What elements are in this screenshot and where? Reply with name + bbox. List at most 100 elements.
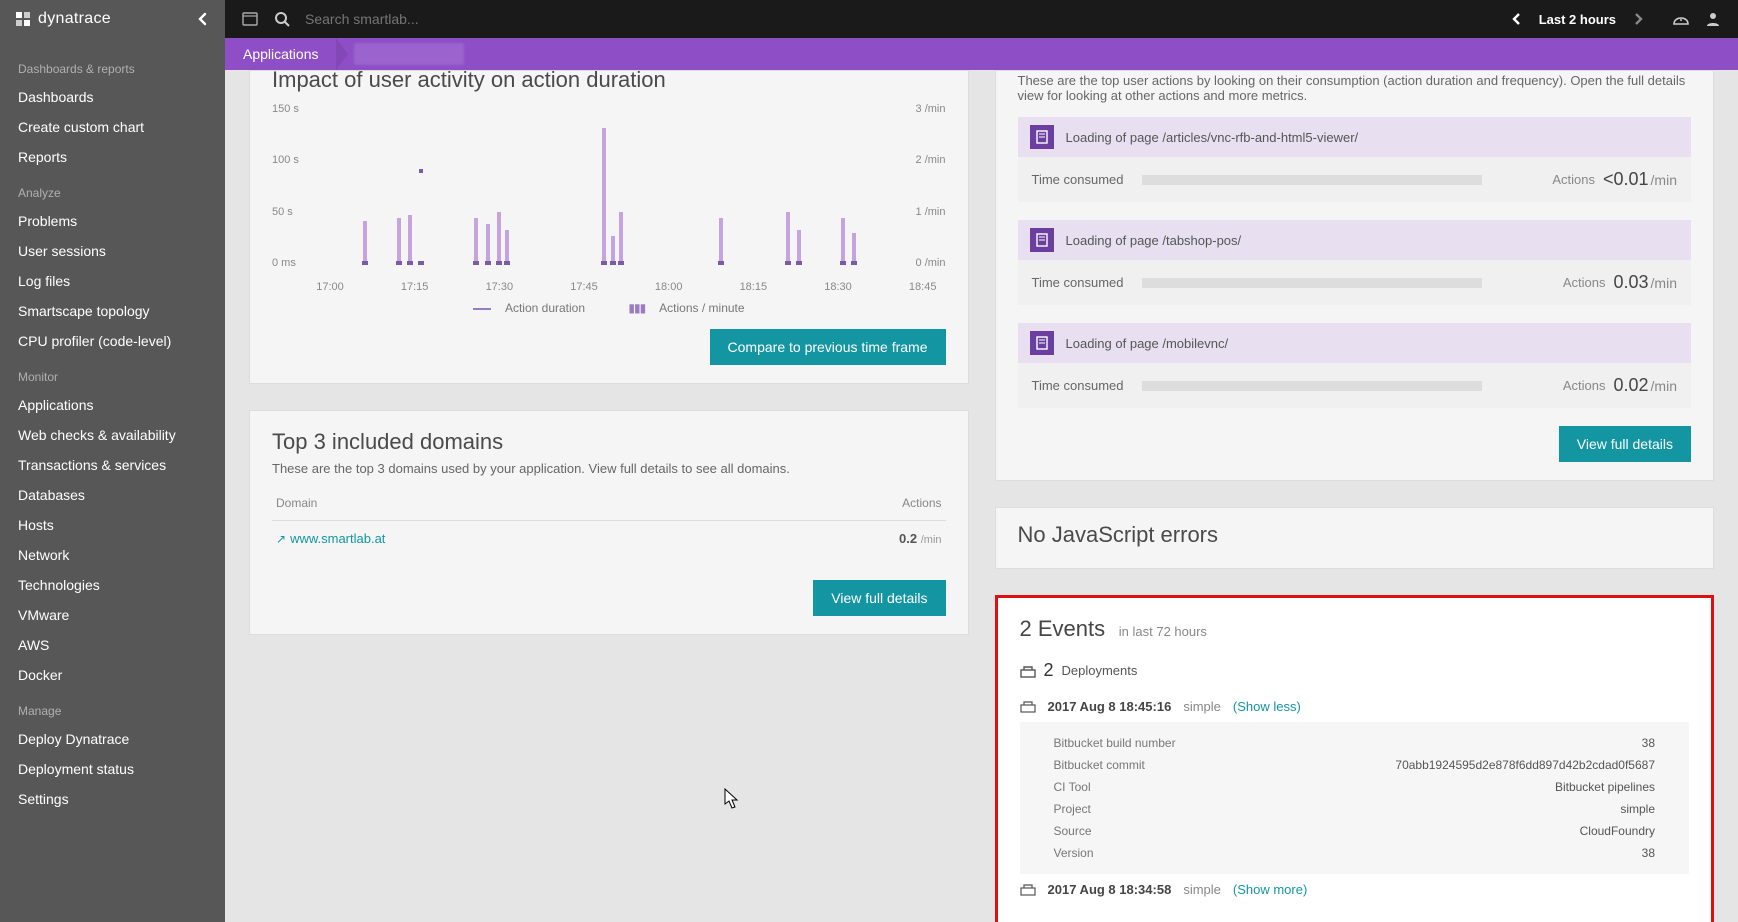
domains-view-details-button[interactable]: View full details [813,580,945,616]
chart-duration-marker [618,261,624,265]
breadcrumb: Applications [225,38,1738,70]
actions-view-details-button[interactable]: View full details [1559,426,1691,462]
actions-unit: /min [1651,172,1677,188]
content: Applications Impact of user activity on … [225,38,1738,922]
nav-item[interactable]: Smartscape topology [0,296,225,326]
deployments-header: 2 Deployments [1020,660,1690,681]
actions-label: Actions [1552,172,1595,187]
timeframe-prev-icon[interactable] [1507,10,1525,28]
y-right-tick: 3 /min [916,103,946,115]
chart-duration-marker [504,261,510,265]
nav-item[interactable]: Create custom chart [0,112,225,142]
nav-item[interactable]: Deployment status [0,754,225,784]
actions-value: 0.03 [1614,272,1649,293]
action-item-title: Loading of page /mobilevnc/ [1066,336,1229,351]
nav-item[interactable]: Docker [0,660,225,690]
chart-bar [505,230,509,263]
chart-bar [786,212,790,263]
actions-unit: /min [1651,378,1677,394]
actions-value: 0.02 [1614,375,1649,396]
action-item[interactable]: Loading of page /articles/vnc-rfb-and-ht… [1018,117,1692,202]
breadcrumb-current[interactable] [354,43,464,65]
action-item[interactable]: Loading of page /tabshop-pos/Time consum… [1018,220,1692,305]
chart-bar [619,212,623,263]
app-switcher-icon[interactable] [241,10,259,28]
user-icon[interactable] [1704,10,1722,28]
nav-item[interactable]: Reports [0,142,225,172]
x-tick: 18:30 [824,281,852,293]
compare-timeframe-button[interactable]: Compare to previous time frame [710,329,946,365]
nav-item[interactable]: Technologies [0,570,225,600]
actions-value: <0.01 [1603,169,1649,190]
nav-item[interactable]: Log files [0,266,225,296]
action-item[interactable]: Loading of page /mobilevnc/Time consumed… [1018,323,1692,408]
nav-header: Dashboards & reports [0,48,225,82]
action-item-title: Loading of page /articles/vnc-rfb-and-ht… [1066,130,1359,145]
event-detail-key: Source [1054,824,1092,838]
logo-row: dynatrace [0,0,225,38]
top-actions-intro: These are the top user actions by lookin… [1018,73,1692,103]
nav-item[interactable]: Transactions & services [0,450,225,480]
y-left-tick: 0 ms [272,257,296,269]
event-toggle-link[interactable]: (Show less) [1233,699,1301,714]
event-detail-key: Bitbucket commit [1054,758,1145,772]
nav-item[interactable]: Dashboards [0,82,225,112]
nav-item[interactable]: Hosts [0,510,225,540]
events-title: 2 Events [1020,616,1106,642]
brand-text: dynatrace [38,10,111,28]
timeframe-next-icon[interactable] [1630,10,1648,28]
help-icon[interactable] [1672,10,1690,28]
deployment-icon [1020,664,1036,678]
impact-title: Impact of user activity on action durati… [272,70,946,93]
domain-actions-value: 0.2 /min [899,531,941,546]
chart-bar [611,236,615,263]
collapse-sidebar-icon[interactable] [195,11,211,27]
domain-row: ↗www.smartlab.at0.2 /min [272,521,946,556]
event-tag: simple [1183,882,1221,897]
chart-bar [363,221,367,263]
event-detail-key: CI Tool [1054,780,1091,794]
breadcrumb-arrow-icon [336,38,348,70]
nav-item[interactable]: User sessions [0,236,225,266]
nav-item[interactable]: Databases [0,480,225,510]
actions-unit: /min [1651,275,1677,291]
nav-item[interactable]: Settings [0,784,225,814]
event-detail-value: 70abb1924595d2e878f6dd897d42b2cdad0f5687 [1395,758,1655,772]
search-input[interactable] [305,11,605,27]
nav-item[interactable]: Network [0,540,225,570]
y-left-tick: 150 s [272,103,299,115]
actions-label: Actions [1563,275,1606,290]
nav-item[interactable]: VMware [0,600,225,630]
chart-bar [841,218,845,263]
domains-card: Top 3 included domains These are the top… [249,410,969,635]
nav-item[interactable]: Deploy Dynatrace [0,724,225,754]
event-detail-key: Bitbucket build number [1054,736,1176,750]
event-toggle-link[interactable]: (Show more) [1233,882,1307,897]
time-consumed-bar [1142,175,1482,185]
x-tick: 17:45 [570,281,598,293]
chart-bar [408,215,412,263]
nav-item[interactable]: Applications [0,390,225,420]
chart-duration-marker [407,261,413,265]
topbar: Last 2 hours [225,0,1738,38]
event-row: 2017 Aug 8 18:34:58simple(Show more) [1020,874,1690,905]
events-word: Events [1038,616,1105,641]
js-errors-title: No JavaScript errors [1018,522,1692,548]
deploy-label: Deployments [1062,663,1138,678]
impact-chart: 0 ms50 s100 s150 s0 /min1 /min2 /min3 /m… [272,103,946,293]
timeframe-label[interactable]: Last 2 hours [1539,12,1616,27]
legend-actions-per-minute: Actions / minute [659,301,744,315]
nav-item[interactable]: Web checks & availability [0,420,225,450]
nav-item[interactable]: Problems [0,206,225,236]
domain-link[interactable]: www.smartlab.at [290,531,385,546]
nav-item[interactable]: AWS [0,630,225,660]
search-icon[interactable] [273,10,291,28]
nav-header: Monitor [0,356,225,390]
dynatrace-icon [14,10,32,28]
nav-item[interactable]: CPU profiler (code-level) [0,326,225,356]
breadcrumb-root[interactable]: Applications [225,38,337,70]
x-tick: 18:00 [655,281,683,293]
events-in-last: in last 72 hours [1119,624,1207,639]
chart-duration-marker [785,261,791,265]
chart-bar [719,218,723,263]
